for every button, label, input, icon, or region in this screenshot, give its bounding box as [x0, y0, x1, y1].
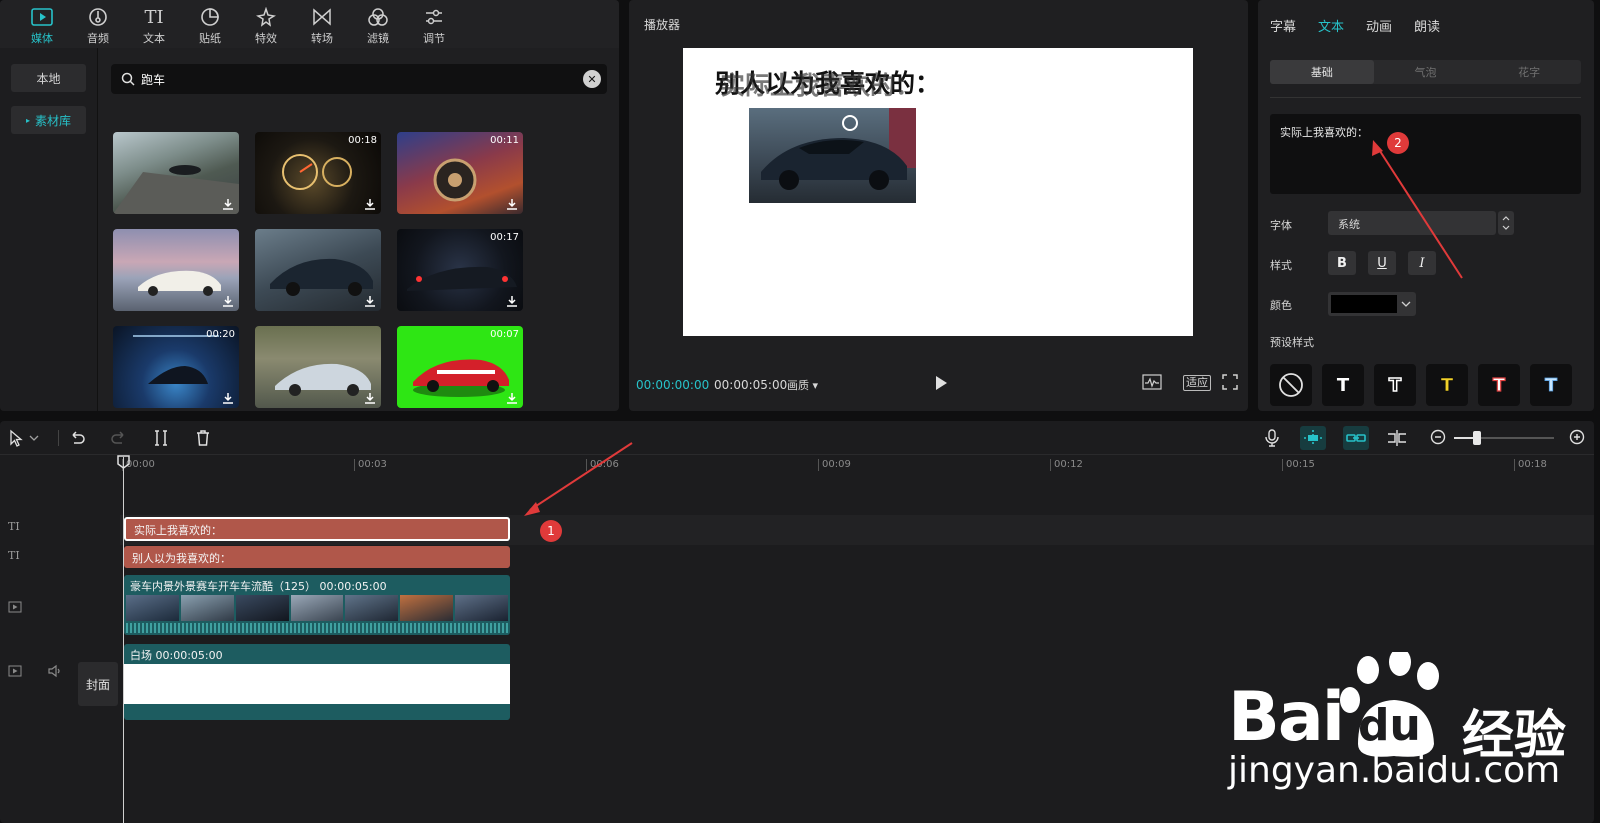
annotation-badge-1: 1: [540, 520, 562, 542]
annotation-badge-2: 2: [1387, 132, 1409, 154]
watermark-url: jingyan.baidu.com: [1228, 750, 1561, 791]
baidu-logo-text: Bai: [1228, 678, 1345, 757]
du-logo-text: du: [1358, 700, 1421, 751]
